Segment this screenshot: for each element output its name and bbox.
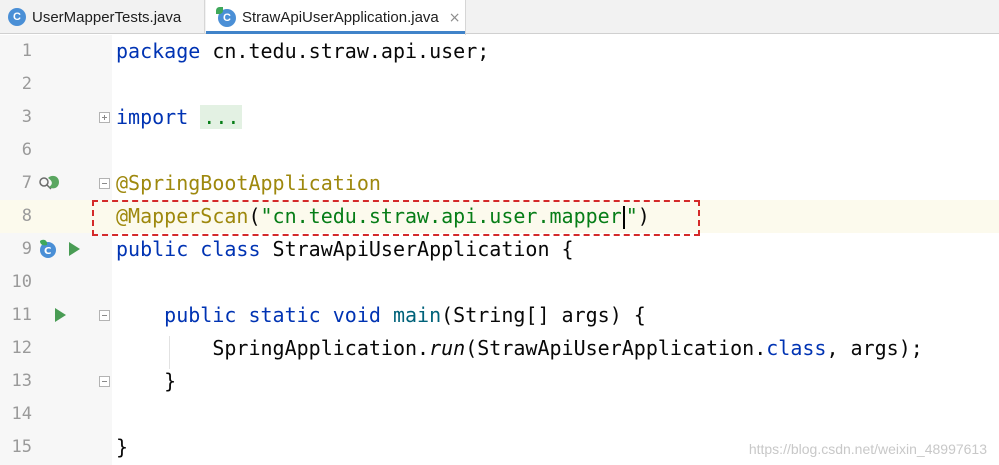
method-params: (String[] args) {: [441, 303, 646, 327]
class-declaration: StrawApiUserApplication {: [260, 237, 574, 261]
keyword: public static void: [164, 303, 381, 327]
static-method: run: [429, 336, 466, 360]
keyword: import: [116, 105, 189, 129]
code-line-12[interactable]: 12 SpringApplication.run(StrawApiUserApp…: [0, 332, 999, 365]
tab-straw-api-user-application[interactable]: C StrawApiUserApplication.java ×: [206, 0, 466, 35]
code-text[interactable]: package cn.tedu.straw.api.user;: [116, 35, 489, 68]
code-text[interactable]: }: [116, 431, 128, 464]
spring-bean-search-icon[interactable]: [38, 174, 60, 194]
method-name: main: [392, 303, 442, 327]
code-line-14[interactable]: 14: [0, 398, 999, 431]
collapse-fold-icon[interactable]: [99, 178, 110, 189]
code-text[interactable]: SpringApplication.run(StrawApiUserApplic…: [116, 332, 923, 365]
line-number: 7: [21, 173, 32, 193]
code-line-3[interactable]: 3 import ...: [0, 101, 999, 134]
annotation: @SpringBootApplication: [116, 171, 381, 195]
watermark: https://blog.csdn.net/weixin_48997613: [748, 441, 987, 457]
code-line-6[interactable]: 6: [0, 134, 999, 167]
editor-tab-bar: C UserMapperTests.java C StrawApiUserApp…: [0, 0, 999, 35]
code-text[interactable]: }: [116, 365, 176, 398]
line-number: 3: [21, 107, 32, 127]
run-icon[interactable]: [69, 242, 80, 256]
code-line-10[interactable]: 10: [0, 266, 999, 299]
code-text[interactable]: public static void main(String[] args) {: [116, 299, 646, 332]
line-number: 14: [11, 404, 32, 424]
line-number: 12: [11, 338, 32, 358]
close-tab-icon[interactable]: ×: [449, 10, 461, 26]
line-number: 13: [11, 371, 32, 391]
keyword: package: [116, 39, 201, 63]
line-number: 8: [21, 206, 32, 226]
java-class-test-icon: C: [8, 8, 26, 26]
line-number: 6: [21, 140, 32, 160]
line-number: 9: [21, 239, 32, 259]
code-line-11[interactable]: 11 public static void main(String[] args…: [0, 299, 999, 332]
code-text[interactable]: @SpringBootApplication: [116, 167, 381, 200]
tab-label: StrawApiUserApplication.java: [242, 9, 439, 26]
call-args-end: , args);: [826, 336, 923, 360]
run-main-icon[interactable]: [55, 308, 66, 322]
java-class-spring-icon: C: [216, 6, 236, 27]
code-text[interactable]: import ...: [116, 101, 243, 134]
keyword: public class: [116, 237, 261, 261]
line-number: 11: [11, 305, 32, 325]
folded-imports[interactable]: ...: [200, 105, 243, 129]
code-text[interactable]: public class StrawApiUserApplication {: [116, 233, 574, 266]
highlight-box: [92, 200, 700, 236]
call-args: (StrawApiUserApplication.: [465, 336, 767, 360]
tab-user-mapper-tests[interactable]: C UserMapperTests.java: [0, 0, 205, 34]
expand-fold-icon[interactable]: [99, 112, 110, 123]
spring-application-icon[interactable]: C: [38, 239, 60, 261]
svg-text:C: C: [44, 246, 51, 257]
package-name: cn.tedu.straw.api.user;: [200, 39, 490, 63]
code-line-7[interactable]: 7 @SpringBootApplication: [0, 167, 999, 200]
line-number: 10: [11, 272, 32, 292]
collapse-fold-icon[interactable]: [99, 310, 110, 321]
code-line-9[interactable]: 9 C public class StrawApiUserApplication…: [0, 233, 999, 266]
keyword: class: [766, 336, 827, 360]
code-line-13[interactable]: 13 }: [0, 365, 999, 398]
tab-label: UserMapperTests.java: [32, 8, 182, 26]
line-number: 2: [21, 74, 32, 94]
code-line-2[interactable]: 2: [0, 68, 999, 101]
class-ref: SpringApplication.: [212, 336, 430, 360]
line-number: 15: [11, 437, 32, 457]
line-number: 1: [21, 41, 32, 61]
collapse-fold-icon[interactable]: [99, 376, 110, 387]
code-line-1[interactable]: 1 package cn.tedu.straw.api.user;: [0, 35, 999, 68]
